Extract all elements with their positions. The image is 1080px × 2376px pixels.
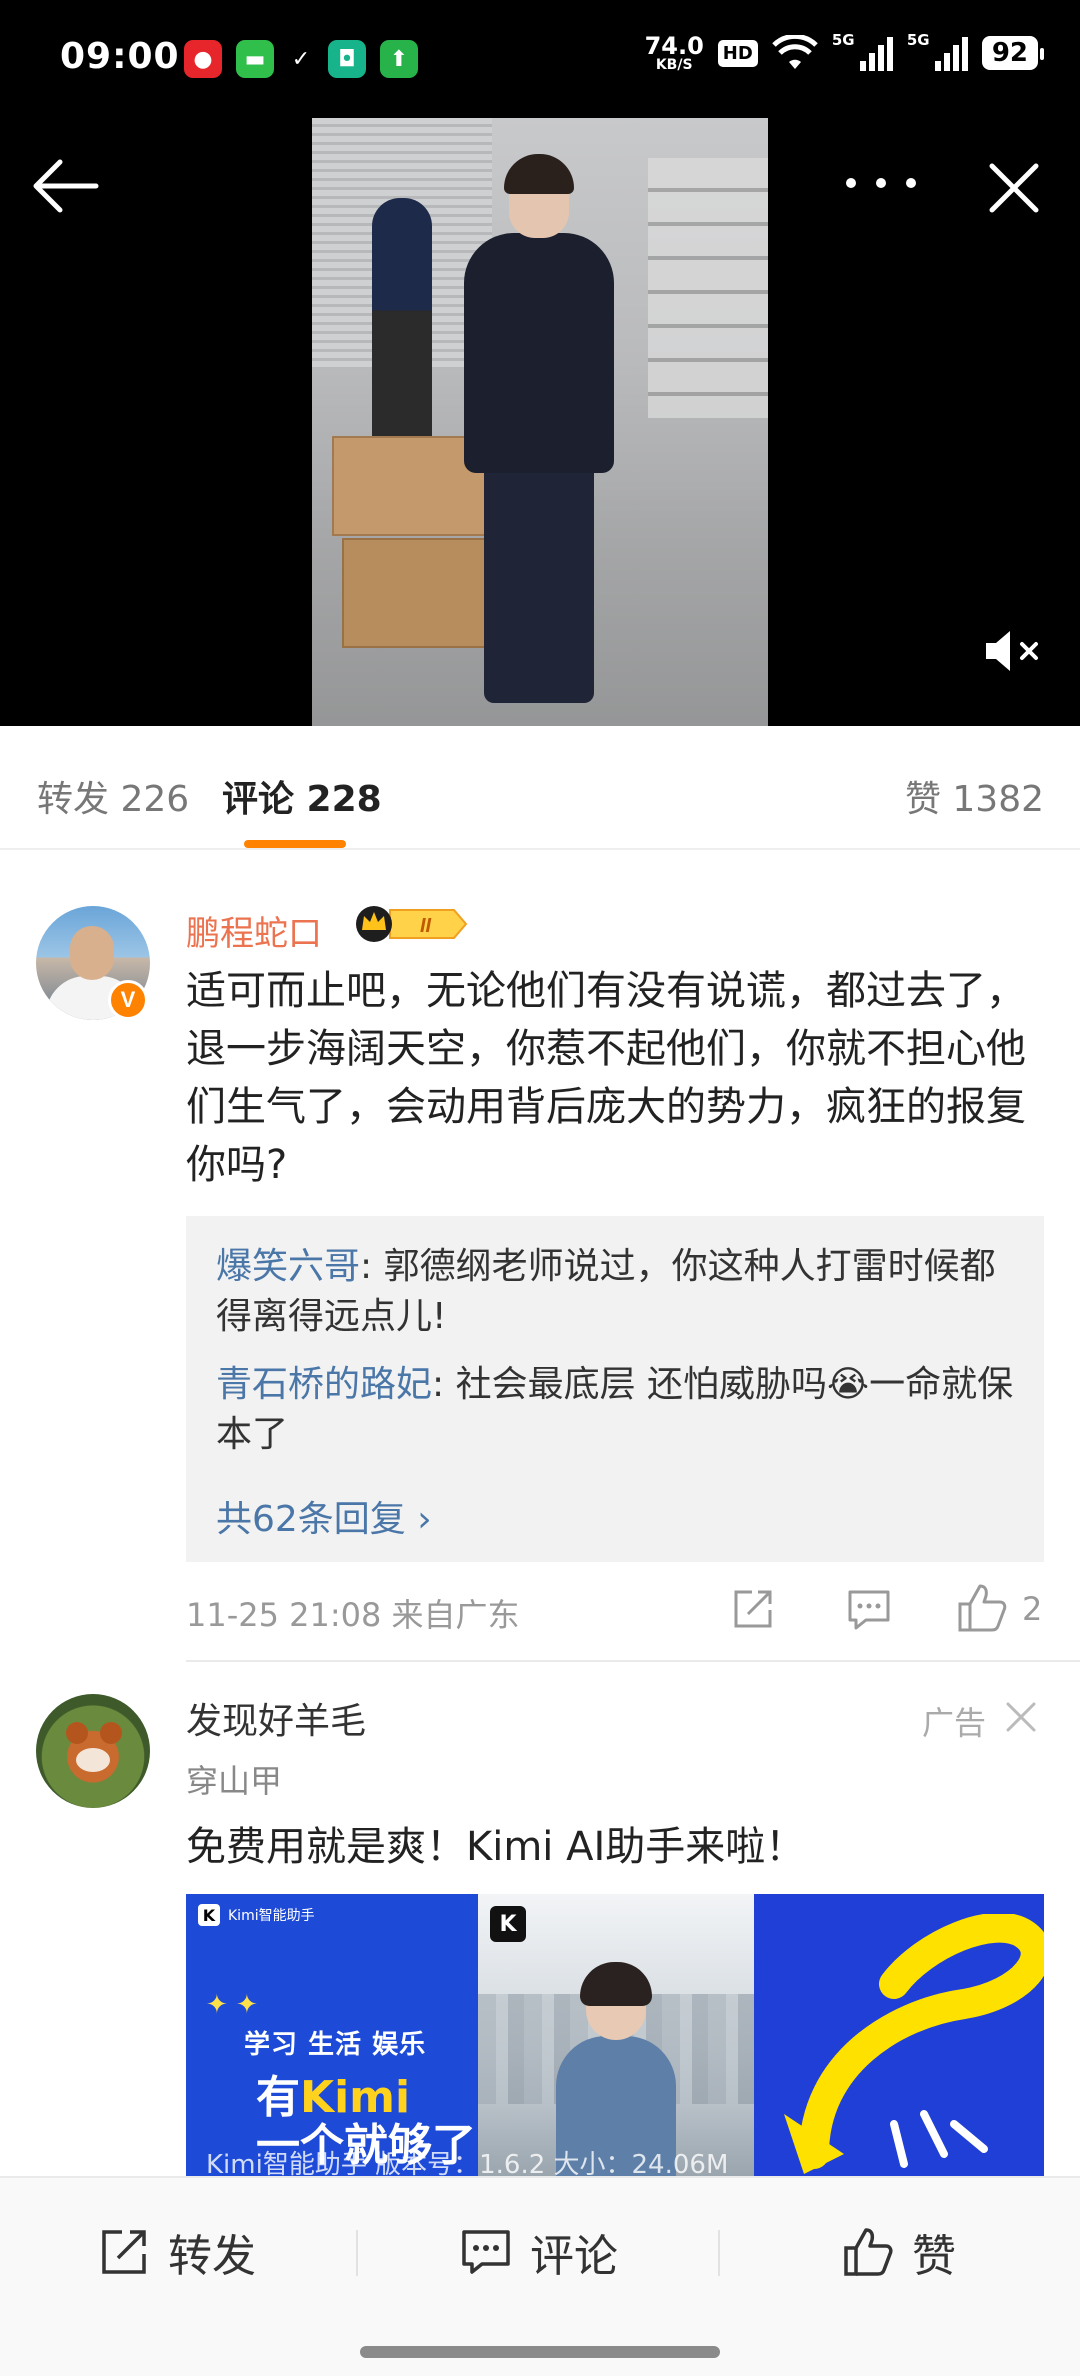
kimi-logo-icon: K [490, 1906, 526, 1942]
home-gesture-handle[interactable] [360, 2346, 720, 2358]
share-icon [102, 2230, 146, 2274]
comment-label: 评论 [530, 2231, 618, 2282]
bottom-action-bar: 转发 评论 赞 [0, 2176, 1080, 2324]
banner-panel-middle: K [478, 1894, 754, 2176]
active-tab-indicator [244, 840, 346, 848]
swirl-arrow-graphic [784, 1914, 1044, 2174]
ad-account-name[interactable]: 发现好羊毛 [186, 1692, 366, 1744]
kimi-logo-letter: K [198, 1904, 220, 1926]
tab-comment[interactable]: 评论 228 [222, 770, 382, 822]
signal-sim1-icon: 5G [832, 31, 893, 71]
headline-brand: Kimi [300, 2072, 411, 2123]
battery-icon: 92 [981, 36, 1045, 70]
repost-button[interactable]: 转发 [98, 2178, 256, 2326]
check-icon: ✓ [291, 46, 311, 72]
status-indicators: 74.0 KB/S HD 5G 5G 92 [645, 31, 1045, 72]
crown-rank-icon: II [356, 906, 468, 942]
video-frame[interactable] [312, 118, 768, 726]
net-speed-value: 74.0 [644, 32, 704, 60]
rank-badge-text: II [420, 915, 432, 937]
thumbs-up-icon [844, 2228, 893, 2276]
status-bar: 09:00 ● ▬ ✓ ◘ ⬆ 74.0 KB/S HD 5G 5G 92 [0, 0, 1080, 118]
comment-author[interactable]: 鹏程蛇口 [186, 906, 322, 955]
close-icon[interactable] [984, 158, 1044, 218]
kimi-brand: Kimi智能助手 [228, 1908, 315, 1924]
status-time: 09:00 [60, 36, 180, 77]
messages-app-icon: ▬ [236, 40, 274, 78]
wifi-icon [772, 35, 818, 69]
sim1-label: 5G [831, 31, 855, 49]
reply-item[interactable]: 爆笑六哥: 郭德纲老师说过，你这种人打雷时候都得离得远点儿! [216, 1242, 1016, 1342]
comment-icon [462, 2230, 510, 2274]
share-icon[interactable] [730, 1586, 776, 1632]
tab-repost[interactable]: 转发 226 [37, 770, 189, 822]
signal-sim2-icon: 5G [907, 31, 968, 71]
upload-app-icon: ⬆ [380, 40, 418, 78]
avatar[interactable] [36, 1694, 150, 1808]
net-speed: 74.0 KB/S [645, 34, 704, 72]
ad-item[interactable]: 发现好羊毛 广告 穿山甲 免费用就是爽！Kimi AI助手来啦！ K Kimi智… [0, 1662, 1080, 2176]
comment-like-count: 2 [1022, 1590, 1043, 1628]
close-icon[interactable] [1004, 1700, 1038, 1734]
video-background-shelf [648, 158, 768, 418]
ad-source: 穿山甲 [186, 1762, 283, 1800]
reply-author[interactable]: 爆笑六哥 [216, 1246, 360, 1287]
video-person-background [372, 198, 432, 448]
video-player[interactable] [0, 118, 1080, 726]
repost-label: 转发 [168, 2231, 256, 2282]
banner-caption: Kimi智能助手 版本号：1.6.2 大小：24.06M [206, 2150, 729, 2176]
comment-meta: 11-25 21:08 来自广东 [186, 1596, 520, 1634]
more-replies-link[interactable]: 共62条回复 › [216, 1490, 432, 1542]
like-button[interactable]: 赞 [842, 2178, 956, 2326]
video-person-main [464, 154, 614, 726]
like-label: 赞 [912, 2231, 956, 2282]
separator [356, 2230, 358, 2276]
reply-preview-box[interactable]: 爆笑六哥: 郭德纲老师说过，你这种人打雷时候都得离得远点儿! 青石桥的路妃: 社… [186, 1216, 1044, 1562]
banner-panel-left: K Kimi智能助手 ✦ ✦ 学习 生活 娱乐 有Kimi 一个就够了 [186, 1894, 478, 2176]
comment-button[interactable]: 评论 [460, 2178, 618, 2326]
comment-item: V 鹏程蛇口 II 适可而止吧，无论他们有没有说谎，都过去了，退一步海阔天空，你… [0, 870, 1080, 1662]
more-dots-icon[interactable] [838, 158, 924, 208]
banner-panel-right [754, 1894, 1044, 2176]
ad-text: 免费用就是爽！Kimi AI助手来啦！ [186, 1824, 806, 1870]
tab-like[interactable]: 赞 1382 [905, 770, 1044, 822]
system-nav-bar [0, 2324, 1080, 2376]
comment-text: 适可而止吧，无论他们有没有说谎，都过去了，退一步海阔天空，你惹不起他们，你就不担… [186, 968, 1026, 1188]
sparkle-icon: ✦ ✦ [206, 1990, 258, 2020]
ad-banner-image[interactable]: K Kimi智能助手 ✦ ✦ 学习 生活 娱乐 有Kimi 一个就够了 K Ki… [186, 1894, 1044, 2176]
comment-icon[interactable] [846, 1586, 892, 1632]
separator [718, 2230, 720, 2276]
sim2-label: 5G [906, 31, 930, 49]
mi-app-icon: ◘ [328, 40, 366, 78]
detail-tabs: 转发 226 评论 228 赞 1382 [0, 726, 1080, 850]
reply-author[interactable]: 青石桥的路妃 [216, 1364, 432, 1405]
verified-badge: V [108, 980, 148, 1020]
banner-tags: 学习 生活 娱乐 [244, 2030, 427, 2060]
ad-label: 广告 [922, 1704, 987, 1742]
notification-icons: ● ▬ ✓ ◘ ⬆ [184, 40, 418, 78]
weibo-app-icon: ● [184, 40, 222, 78]
headline-part: 有 [256, 2072, 300, 2123]
thumbs-up-icon[interactable] [956, 1582, 1008, 1634]
speaker-muted-icon[interactable] [982, 626, 1044, 676]
arrow-left-icon[interactable] [28, 154, 102, 218]
kimi-logo: K Kimi智能助手 [198, 1904, 315, 1926]
hd-badge: HD [717, 39, 758, 67]
net-speed-unit: KB/S [655, 57, 693, 73]
reply-item[interactable]: 青石桥的路妃: 社会最底层 还怕威胁吗😭一命就保本了 [216, 1360, 1016, 1460]
